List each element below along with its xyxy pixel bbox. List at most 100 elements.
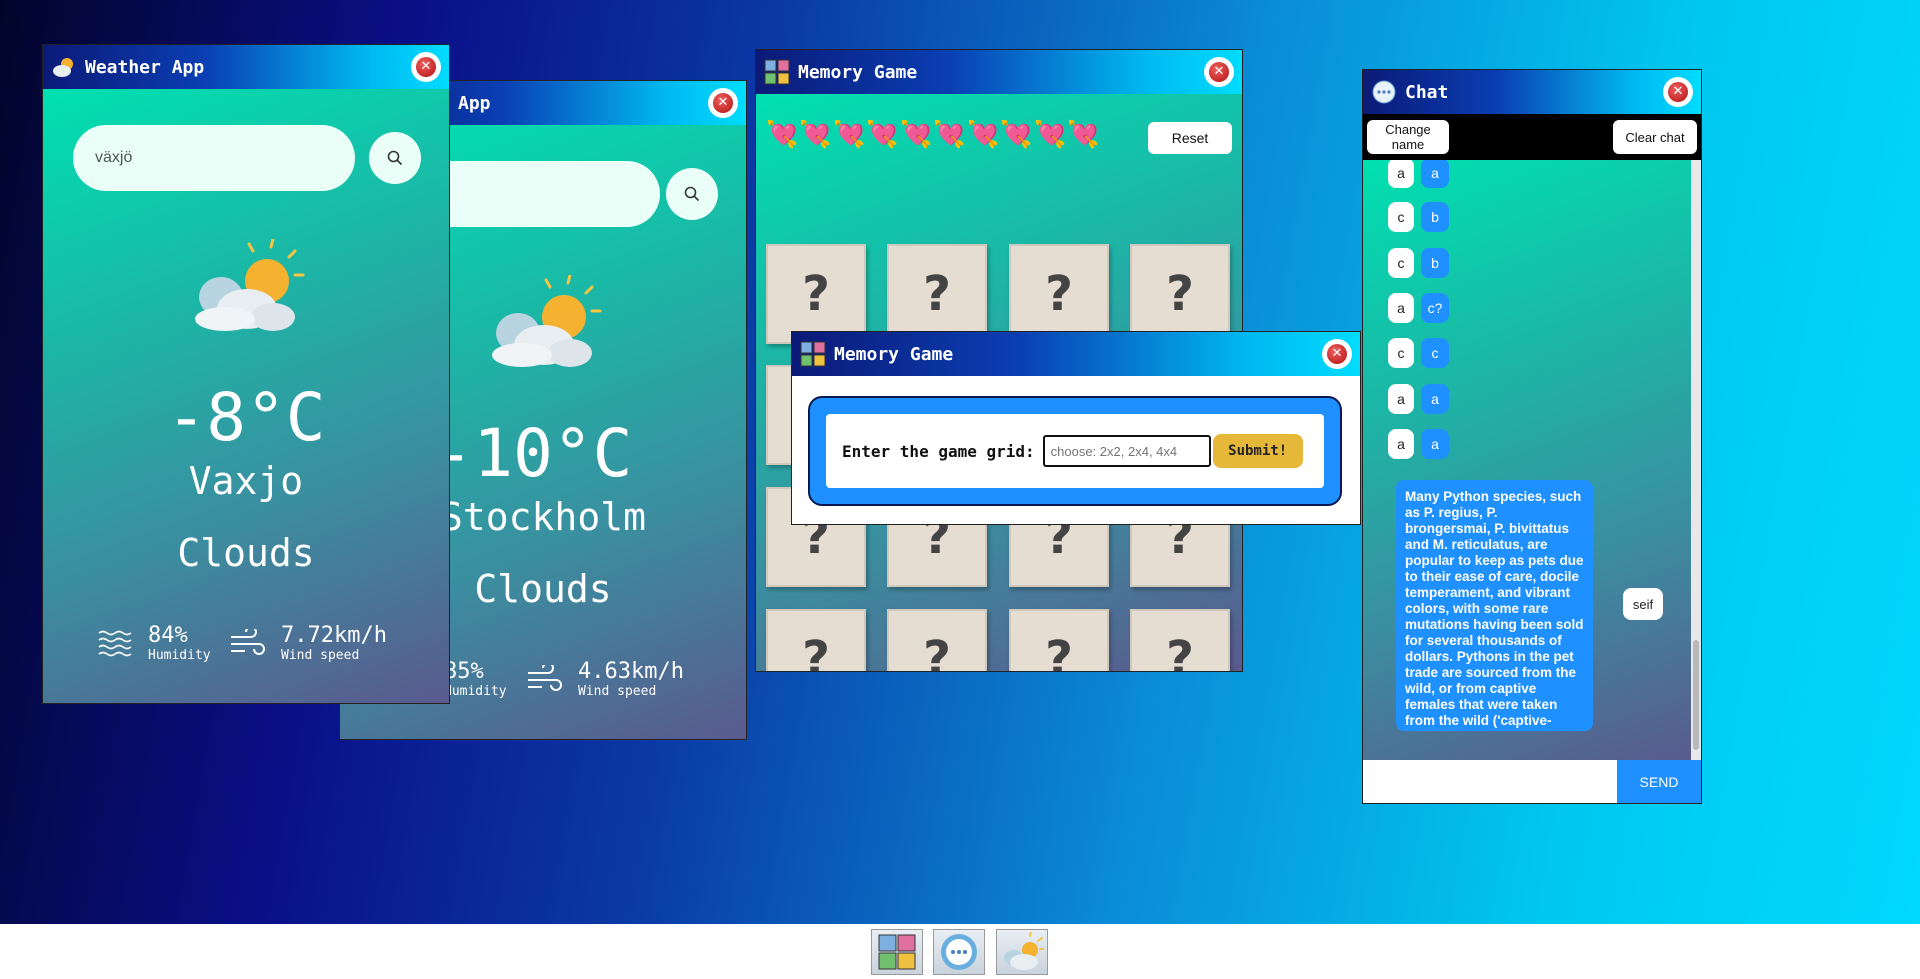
heart-icon: 💘 — [1067, 120, 1100, 150]
chat-message-left: a — [1388, 293, 1414, 323]
weather-body: växjö -8°C Vaxjo Clouds 84% Humidity 7.7… — [43, 89, 449, 703]
chat-message-right: c — [1421, 338, 1449, 368]
heart-icon: 💘 — [1034, 120, 1067, 150]
taskbar — [0, 924, 1920, 979]
memory-card[interactable]: ? — [887, 244, 987, 344]
heart-icon: 💘 — [799, 120, 832, 150]
memory-card[interactable]: ? — [1130, 609, 1230, 671]
memory-card[interactable]: ? — [766, 244, 866, 344]
chat-message-left: c — [1388, 338, 1414, 368]
memory-card[interactable]: ? — [766, 609, 866, 671]
city-name: Vaxjo — [188, 459, 304, 503]
chat-message-right: a — [1421, 429, 1449, 459]
close-button[interactable]: ✕ — [1663, 77, 1693, 107]
taskbar-memory-game-button[interactable] — [871, 929, 923, 975]
weather-icon — [51, 54, 77, 80]
close-button[interactable]: ✕ — [1204, 57, 1234, 87]
memory-card[interactable]: ? — [1009, 609, 1109, 671]
cloud-sun-icon — [185, 237, 305, 339]
heart-icon: 💘 — [933, 120, 966, 150]
close-icon: ✕ — [416, 57, 436, 77]
grid-prompt: Enter the game grid: — [842, 441, 1035, 461]
title-bar[interactable]: Memory Game ✕ — [756, 50, 1242, 94]
memory-game-icon — [878, 934, 916, 970]
title-bar[interactable]: Weather App ✕ — [43, 45, 449, 89]
window-title: Chat — [1405, 81, 1449, 103]
heart-icon: 💘 — [833, 120, 866, 150]
search-button[interactable] — [666, 168, 718, 220]
wind-icon — [526, 662, 562, 699]
window-title: Memory Game — [834, 343, 954, 365]
chat-messages: a a c b c b a c? c c a a a a Many Python… — [1363, 160, 1701, 760]
close-icon: ✕ — [1209, 62, 1229, 82]
temperature: -8°C — [166, 379, 326, 456]
send-button[interactable]: SEND — [1617, 760, 1701, 803]
close-icon: ✕ — [713, 93, 733, 113]
humidity-stat: 84% Humidity — [148, 623, 211, 663]
weather-icon — [1004, 932, 1044, 970]
chat-input[interactable] — [1363, 760, 1617, 803]
dialog-body: Enter the game grid: Submit! — [792, 376, 1360, 524]
memory-card[interactable]: ? — [887, 609, 987, 671]
heart-icon: 💘 — [766, 120, 799, 150]
chat-message-right: b — [1421, 248, 1449, 278]
title-bar[interactable]: Memory Game ✕ — [792, 332, 1360, 376]
scrollbar-thumb[interactable] — [1693, 640, 1699, 750]
chat-window: Change name Clear chat a a c b c b a c? … — [1363, 70, 1701, 803]
title-bar[interactable]: Chat ✕ — [1363, 70, 1701, 114]
humidity-icon — [97, 629, 133, 663]
memory-card[interactable]: ? — [1009, 244, 1109, 344]
close-button[interactable]: ✕ — [1322, 339, 1352, 369]
memory-card[interactable]: ? — [1130, 244, 1230, 344]
chat-scrollbar[interactable] — [1691, 160, 1701, 760]
chat-input-bar: SEND — [1363, 760, 1701, 803]
search-button[interactable] — [369, 132, 421, 184]
wind-stat: 4.63km/h Wind speed — [578, 659, 684, 699]
memory-game-icon — [800, 341, 826, 367]
search-input[interactable]: växjö — [73, 125, 355, 191]
chat-message-left: a — [1388, 160, 1414, 188]
reset-button[interactable]: Reset — [1148, 122, 1232, 154]
window-title: App — [458, 92, 491, 114]
search-icon — [387, 150, 403, 166]
close-button[interactable]: ✕ — [411, 52, 441, 82]
weather-condition: Clouds — [177, 531, 315, 575]
change-name-button[interactable]: Change name — [1367, 120, 1449, 154]
heart-icon: 💘 — [900, 120, 933, 150]
taskbar-chat-button[interactable] — [933, 929, 985, 975]
window-title: Memory Game — [798, 61, 918, 83]
taskbar-weather-button[interactable] — [996, 929, 1048, 975]
close-icon: ✕ — [1327, 344, 1347, 364]
clear-chat-button[interactable]: Clear chat — [1613, 120, 1697, 154]
chat-sender-name: seif — [1623, 588, 1663, 620]
chat-message-left: c — [1388, 202, 1414, 232]
wind-icon — [229, 626, 265, 663]
heart-icon: 💘 — [866, 120, 899, 150]
grid-dialog-window: Enter the game grid: Submit! Memory Game… — [792, 332, 1360, 524]
chat-message-right: a — [1421, 384, 1449, 414]
chat-message-right: a — [1421, 160, 1449, 188]
chat-icon — [941, 934, 977, 970]
chat-toolbar: Change name Clear chat — [1363, 114, 1701, 160]
chat-message-left: a — [1388, 384, 1414, 414]
wind-stat: 7.72km/h Wind speed — [281, 623, 387, 663]
chat-message-left: a — [1388, 429, 1414, 459]
submit-button[interactable]: Submit! — [1212, 434, 1303, 468]
dialog-frame: Enter the game grid: Submit! — [808, 396, 1342, 506]
heart-icon: 💘 — [967, 120, 1000, 150]
chat-long-message: Many Python species, such as P. regius, … — [1396, 480, 1593, 731]
dialog-panel: Enter the game grid: Submit! — [826, 414, 1324, 488]
chat-message-left: c — [1388, 248, 1414, 278]
weather-window-vaxjo: växjö -8°C Vaxjo Clouds 84% Humidity 7.7… — [43, 45, 449, 703]
chat-message-right: b — [1421, 202, 1449, 232]
cloud-sun-icon — [482, 273, 602, 375]
heart-icon: 💘 — [1000, 120, 1033, 150]
chat-icon — [1371, 79, 1397, 105]
window-title: Weather App — [85, 56, 205, 78]
chat-message-right: c? — [1421, 293, 1449, 323]
memory-game-icon — [764, 59, 790, 85]
close-button[interactable]: ✕ — [708, 88, 738, 118]
search-icon — [684, 186, 700, 202]
close-icon: ✕ — [1668, 82, 1688, 102]
grid-input[interactable] — [1042, 435, 1211, 467]
